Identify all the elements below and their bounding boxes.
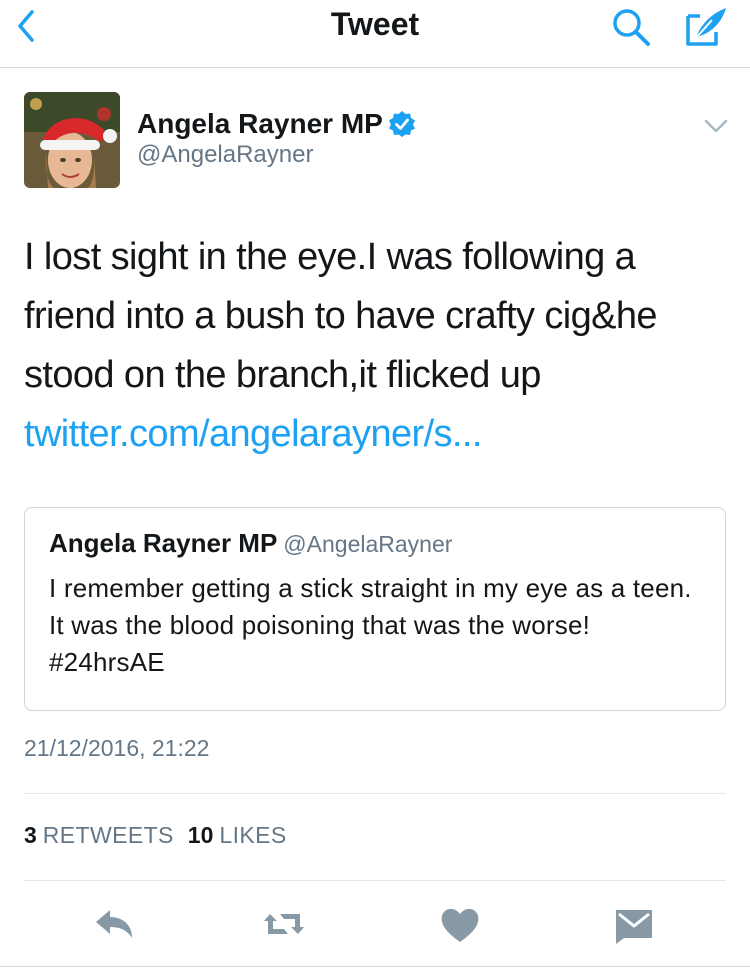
retweets-stat[interactable]: 3 RETWEETS	[24, 822, 188, 848]
author-name[interactable]: Angela Rayner MP	[137, 108, 383, 140]
retweets-label: RETWEETS	[42, 822, 174, 848]
verified-badge-icon	[389, 111, 415, 137]
like-icon[interactable]	[438, 904, 482, 944]
tweet-stats: 3 RETWEETS 10 LIKES	[24, 822, 301, 849]
tweet-action-bar	[0, 890, 750, 960]
tweet-text: I lost sight in the eye.I was following …	[24, 228, 724, 464]
retweet-count: 3	[24, 822, 37, 848]
likes-stat[interactable]: 10 LIKES	[188, 822, 301, 848]
search-icon[interactable]	[608, 4, 654, 50]
tweet-text-line: friend into a bush to have crafty cig&he	[24, 295, 658, 337]
quoted-tweet-link[interactable]: twitter.com/angelarayner/s...	[24, 405, 724, 464]
divider	[0, 966, 750, 967]
tweet-text-line: I lost sight in the eye.I was following …	[24, 236, 636, 278]
chevron-down-icon[interactable]	[702, 116, 730, 136]
direct-message-icon[interactable]	[612, 904, 656, 944]
reply-icon[interactable]	[92, 904, 136, 944]
quoted-author-name: Angela Rayner MP	[49, 528, 278, 558]
divider	[24, 880, 726, 881]
quoted-tweet-card[interactable]: Angela Rayner MP @AngelaRayner I remember…	[24, 507, 726, 711]
quoted-tweet-header: Angela Rayner MP @AngelaRayner	[49, 528, 452, 559]
compose-icon[interactable]	[682, 2, 730, 50]
quoted-author-handle: @AngelaRayner	[283, 531, 453, 557]
divider	[24, 793, 726, 794]
tweet-timestamp: 21/12/2016, 21:22	[24, 735, 210, 761]
navigation-bar: Tweet	[0, 0, 750, 68]
retweet-icon[interactable]	[262, 904, 306, 944]
quoted-tweet-text: I remember getting a stick straight in m…	[49, 573, 692, 677]
likes-label: LIKES	[219, 822, 287, 848]
tweet-text-line: stood on the branch,it flicked up	[24, 354, 541, 396]
avatar[interactable]	[24, 92, 120, 188]
like-count: 10	[187, 822, 214, 848]
author-handle[interactable]: @AngelaRayner	[137, 141, 313, 169]
